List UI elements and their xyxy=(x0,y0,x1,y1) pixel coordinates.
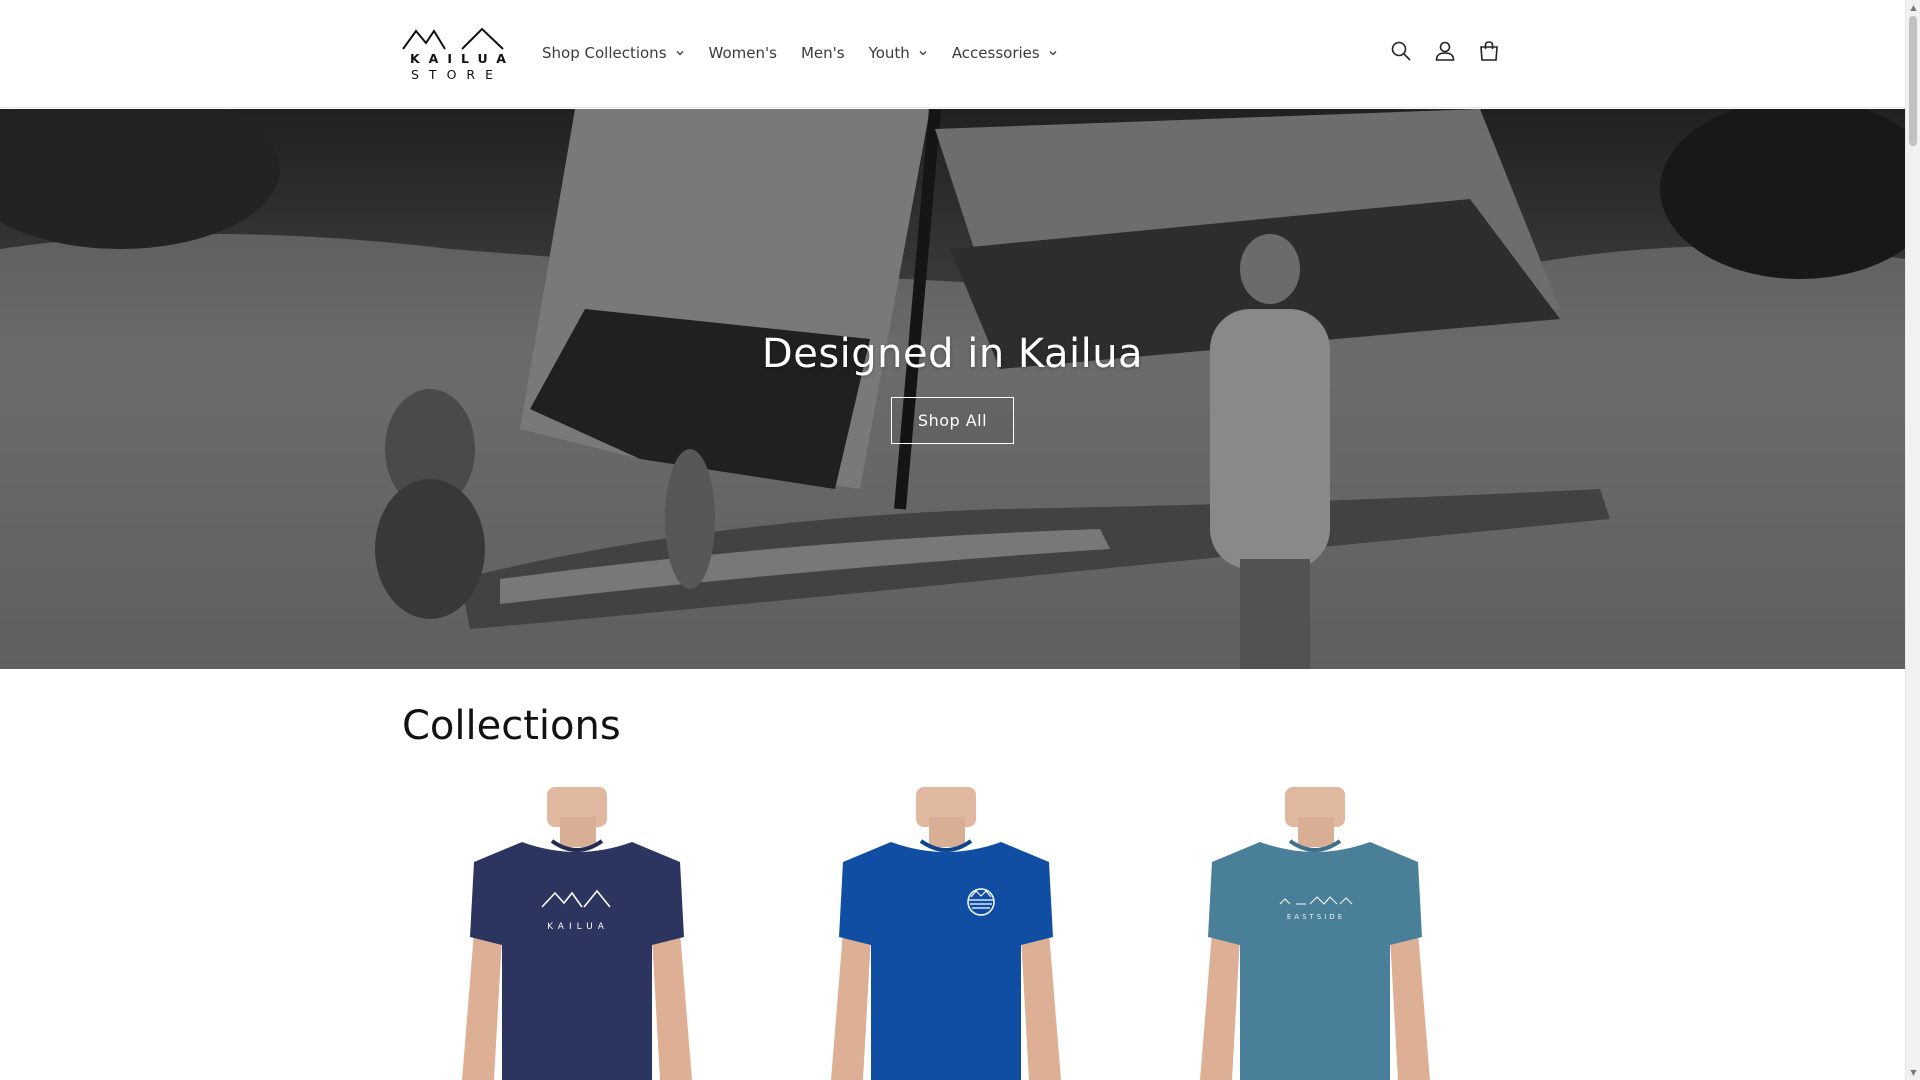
nav-label: Women's xyxy=(708,44,777,62)
main-nav: Shop Collections Women's Men's Youth Acc… xyxy=(530,40,1070,66)
collection-card-sunset[interactable] xyxy=(771,787,1126,1080)
site-header: KAILUA STORE Shop Collections Women's Me… xyxy=(0,0,1905,108)
nav-mens[interactable]: Men's xyxy=(789,40,857,66)
account-button[interactable] xyxy=(1430,36,1460,66)
nav-label: Shop Collections xyxy=(542,44,667,62)
collection-image: KAILUA xyxy=(402,787,757,1080)
chevron-down-icon xyxy=(1049,51,1057,56)
chevron-down-icon xyxy=(919,51,927,56)
nav-label: Accessories xyxy=(951,44,1040,62)
chevron-down-icon xyxy=(676,51,683,56)
search-icon xyxy=(1391,41,1411,61)
scroll-thumb[interactable] xyxy=(1909,16,1917,146)
nav-shop-collections[interactable]: Shop Collections xyxy=(530,40,697,66)
search-button[interactable] xyxy=(1386,36,1416,66)
scroll-down-arrow-icon[interactable]: ▼ xyxy=(1909,1068,1918,1077)
collections-grid: KAILUA EASTSIDE xyxy=(402,787,1504,1080)
logo-subtitle: STORE xyxy=(411,67,503,82)
nav-accessories[interactable]: Accessories xyxy=(940,40,1070,66)
collection-image xyxy=(771,787,1126,1080)
collection-card-eastside[interactable]: EASTSIDE xyxy=(1140,787,1495,1080)
store-logo[interactable]: KAILUA STORE xyxy=(402,27,515,83)
cart-button[interactable] xyxy=(1474,36,1504,66)
collection-image: EASTSIDE xyxy=(1140,787,1495,1080)
collections-heading: Collections xyxy=(402,703,621,749)
hero-banner: Designed in Kailua Shop All xyxy=(0,109,1905,669)
shop-all-button[interactable]: Shop All xyxy=(891,397,1014,444)
logo-wordmark: KAILUA xyxy=(410,51,515,66)
collection-card-kailua[interactable]: KAILUA xyxy=(402,787,757,1080)
nav-label: Youth xyxy=(868,44,910,62)
hero-title: Designed in Kailua xyxy=(761,331,1144,377)
nav-youth[interactable]: Youth xyxy=(857,40,940,66)
header-icons xyxy=(1386,36,1504,66)
mountain-logo-icon xyxy=(402,27,504,50)
shirt-print-text: EASTSIDE xyxy=(1287,913,1345,921)
hero-content: Designed in Kailua Shop All xyxy=(0,109,1905,669)
nav-label: Men's xyxy=(800,44,845,62)
shirt-print-text: KAILUA xyxy=(547,922,609,932)
cart-icon xyxy=(1480,41,1498,61)
page-scrollbar[interactable]: ▲ ▼ xyxy=(1905,0,1920,1080)
nav-womens[interactable]: Women's xyxy=(697,40,789,66)
scroll-up-arrow-icon[interactable]: ▲ xyxy=(1909,3,1918,12)
account-icon xyxy=(1435,41,1455,61)
